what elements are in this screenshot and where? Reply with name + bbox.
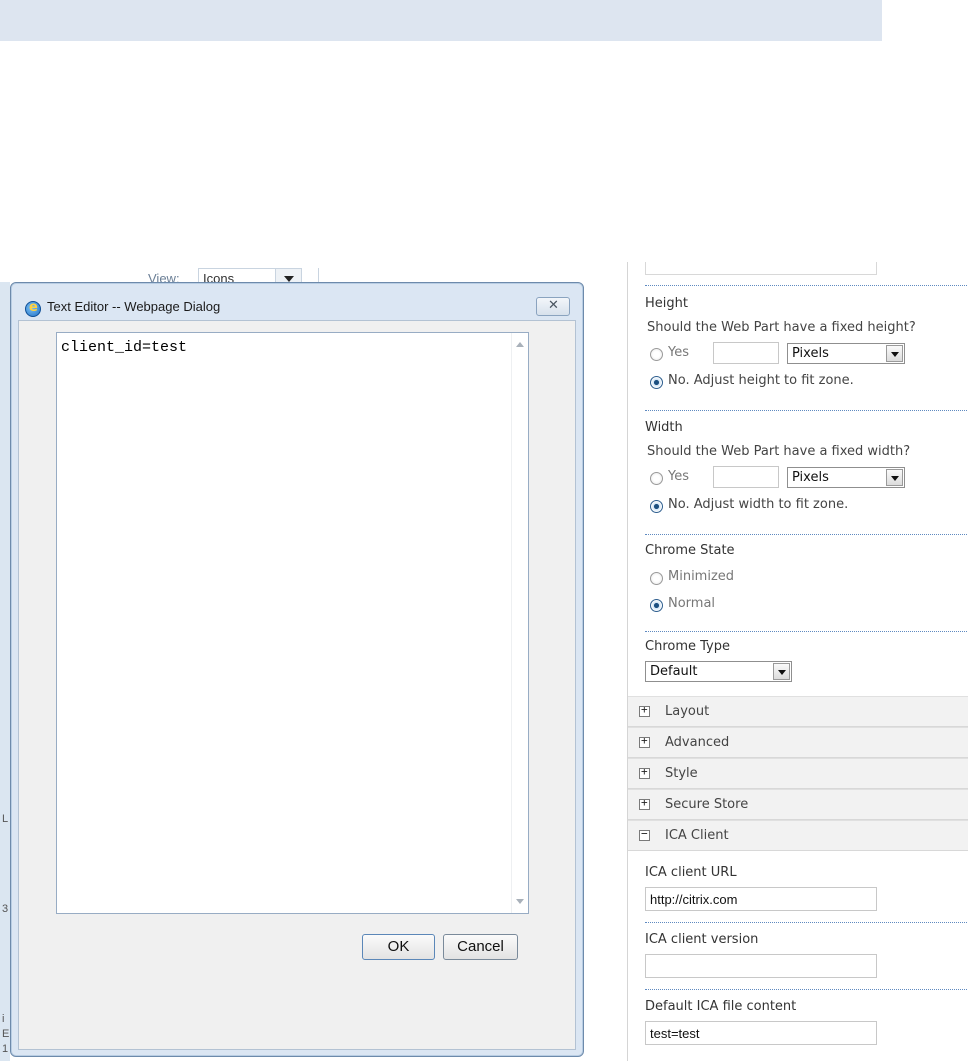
section-header-ica-client[interactable]: − ICA Client bbox=[628, 820, 968, 851]
text-editor-dialog: Text Editor -- Webpage Dialog ✕ client_i… bbox=[10, 282, 584, 1057]
close-button[interactable]: ✕ bbox=[536, 297, 570, 316]
separator bbox=[645, 922, 968, 923]
height-no-label: No. Adjust height to fit zone. bbox=[668, 373, 854, 388]
width-unit-select[interactable]: Pixels bbox=[787, 467, 905, 488]
background-text-fragment: 1 bbox=[2, 1043, 9, 1055]
internet-explorer-icon bbox=[25, 300, 41, 317]
expand-icon[interactable]: + bbox=[639, 703, 650, 717]
dialog-body: client_id=test OK Cancel bbox=[18, 320, 576, 1050]
section-label: Layout bbox=[665, 704, 710, 719]
separator bbox=[645, 534, 968, 535]
chevron-down-icon[interactable] bbox=[886, 345, 903, 362]
height-value-input[interactable] bbox=[713, 342, 779, 364]
height-question: Should the Web Part have a fixed height? bbox=[647, 320, 916, 335]
height-yes-radio[interactable] bbox=[650, 348, 663, 361]
web-part-properties-panel: Height Should the Web Part have a fixed … bbox=[627, 262, 968, 1061]
chrome-type-value: Default bbox=[650, 664, 698, 679]
ica-file-value: test=test bbox=[650, 1026, 700, 1041]
section-label: ICA Client bbox=[665, 828, 729, 843]
editor-scrollbar[interactable] bbox=[511, 333, 528, 913]
ica-url-value: http://citrix.com bbox=[650, 892, 738, 907]
expand-icon[interactable]: + bbox=[639, 796, 650, 810]
section-header-secure-store[interactable]: + Secure Store bbox=[628, 789, 968, 820]
dialog-title: Text Editor -- Webpage Dialog bbox=[47, 299, 221, 314]
width-no-radio[interactable] bbox=[650, 500, 663, 513]
separator bbox=[645, 410, 968, 411]
width-no-label: No. Adjust width to fit zone. bbox=[668, 497, 849, 512]
chrome-type-heading: Chrome Type bbox=[645, 639, 730, 654]
height-unit-select[interactable]: Pixels bbox=[787, 343, 905, 364]
separator bbox=[645, 285, 968, 286]
width-yes-label: Yes bbox=[668, 469, 689, 484]
cancel-button[interactable]: Cancel bbox=[443, 934, 518, 960]
height-no-radio[interactable] bbox=[650, 376, 663, 389]
chevron-down-icon[interactable] bbox=[773, 663, 790, 680]
height-yes-label: Yes bbox=[668, 345, 689, 360]
top-banner bbox=[0, 0, 882, 41]
chrome-type-select[interactable]: Default bbox=[645, 661, 792, 682]
height-unit-value: Pixels bbox=[792, 346, 829, 361]
height-heading: Height bbox=[645, 296, 688, 311]
section-label: Advanced bbox=[665, 735, 730, 750]
separator bbox=[645, 631, 968, 632]
chrome-state-normal-label: Normal bbox=[668, 596, 716, 611]
section-header-layout[interactable]: + Layout bbox=[628, 696, 968, 727]
ica-url-label: ICA client URL bbox=[645, 865, 737, 880]
expand-icon[interactable]: + bbox=[639, 734, 650, 748]
width-question: Should the Web Part have a fixed width? bbox=[647, 444, 911, 459]
previous-field-input[interactable] bbox=[645, 262, 877, 275]
text-editor-area[interactable]: client_id=test bbox=[56, 332, 529, 914]
expand-icon[interactable]: + bbox=[639, 765, 650, 779]
chrome-state-heading: Chrome State bbox=[645, 543, 735, 558]
chrome-state-minimized-radio[interactable] bbox=[650, 572, 663, 585]
background-page-edge bbox=[0, 282, 10, 1061]
scroll-down-icon[interactable] bbox=[516, 899, 524, 904]
section-label: Style bbox=[665, 766, 698, 781]
ica-file-input[interactable]: test=test bbox=[645, 1021, 877, 1045]
ica-version-input[interactable] bbox=[645, 954, 877, 978]
ok-button[interactable]: OK bbox=[362, 934, 435, 960]
background-text-fragment: E bbox=[2, 1028, 10, 1040]
ica-version-label: ICA client version bbox=[645, 932, 759, 947]
width-heading: Width bbox=[645, 420, 683, 435]
scroll-up-icon[interactable] bbox=[516, 342, 524, 347]
background-text-fragment: 3 bbox=[2, 903, 9, 915]
section-label: Secure Store bbox=[665, 797, 749, 812]
collapse-icon[interactable]: − bbox=[639, 827, 650, 841]
width-unit-value: Pixels bbox=[792, 470, 829, 485]
background-text-fragment: i bbox=[2, 1013, 5, 1025]
ica-file-label: Default ICA file content bbox=[645, 999, 797, 1014]
chrome-state-normal-radio[interactable] bbox=[650, 599, 663, 612]
background-text-fragment: L bbox=[2, 813, 9, 825]
chevron-down-icon[interactable] bbox=[886, 469, 903, 486]
width-yes-radio[interactable] bbox=[650, 472, 663, 485]
close-icon: ✕ bbox=[548, 298, 559, 313]
editor-content[interactable]: client_id=test bbox=[61, 339, 187, 356]
separator bbox=[645, 989, 968, 990]
section-header-advanced[interactable]: + Advanced bbox=[628, 727, 968, 758]
ica-url-input[interactable]: http://citrix.com bbox=[645, 887, 877, 911]
chrome-state-minimized-label: Minimized bbox=[668, 569, 735, 584]
width-value-input[interactable] bbox=[713, 466, 779, 488]
section-header-style[interactable]: + Style bbox=[628, 758, 968, 789]
